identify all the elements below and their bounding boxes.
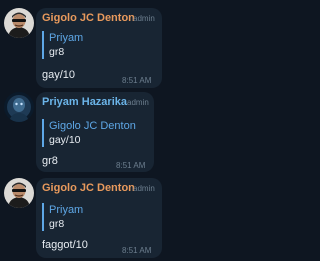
reply-text: gr8 (49, 218, 65, 230)
message-time: 8:51 AM (122, 76, 152, 85)
reply-sender-name: Gigolo JC Denton (49, 120, 136, 132)
message-bubble[interactable]: Gigolo JC Denton admin Priyam gr8 gay/10… (36, 8, 162, 88)
chat-history[interactable]: Gigolo JC Denton admin Priyam gr8 gay/10… (0, 0, 320, 261)
masked-man-avatar-icon[interactable] (4, 178, 34, 208)
admin-badge: admin (127, 98, 149, 107)
message-text: faggot/10 (42, 239, 88, 251)
sender-name[interactable]: Gigolo JC Denton (42, 12, 135, 24)
reply-quote[interactable]: Priyam gr8 (42, 31, 83, 59)
reply-quote[interactable]: Priyam gr8 (42, 203, 83, 231)
message-bubble[interactable]: Priyam Hazarika admin Gigolo JC Denton g… (36, 92, 154, 172)
message-text: gay/10 (42, 69, 76, 81)
reply-quote[interactable]: Gigolo JC Denton gay/10 (42, 119, 136, 147)
admin-badge: admin (133, 14, 155, 23)
reply-sender-name: Priyam (49, 204, 84, 216)
message-time: 8:51 AM (122, 246, 152, 255)
reply-text: gay/10 (49, 134, 81, 146)
masked-man-avatar-icon[interactable] (4, 8, 34, 38)
reply-sender-name: Priyam (49, 32, 84, 44)
message-time: 8:51 AM (116, 161, 146, 170)
message-text: gr8 (42, 155, 58, 167)
sender-name[interactable]: Priyam Hazarika (42, 96, 127, 108)
dark-portrait-avatar-icon[interactable] (4, 92, 34, 122)
message-bubble[interactable]: Gigolo JC Denton admin Priyam gr8 faggot… (36, 178, 162, 258)
sender-name[interactable]: Gigolo JC Denton (42, 182, 135, 194)
admin-badge: admin (133, 184, 155, 193)
reply-text: gr8 (49, 46, 65, 58)
